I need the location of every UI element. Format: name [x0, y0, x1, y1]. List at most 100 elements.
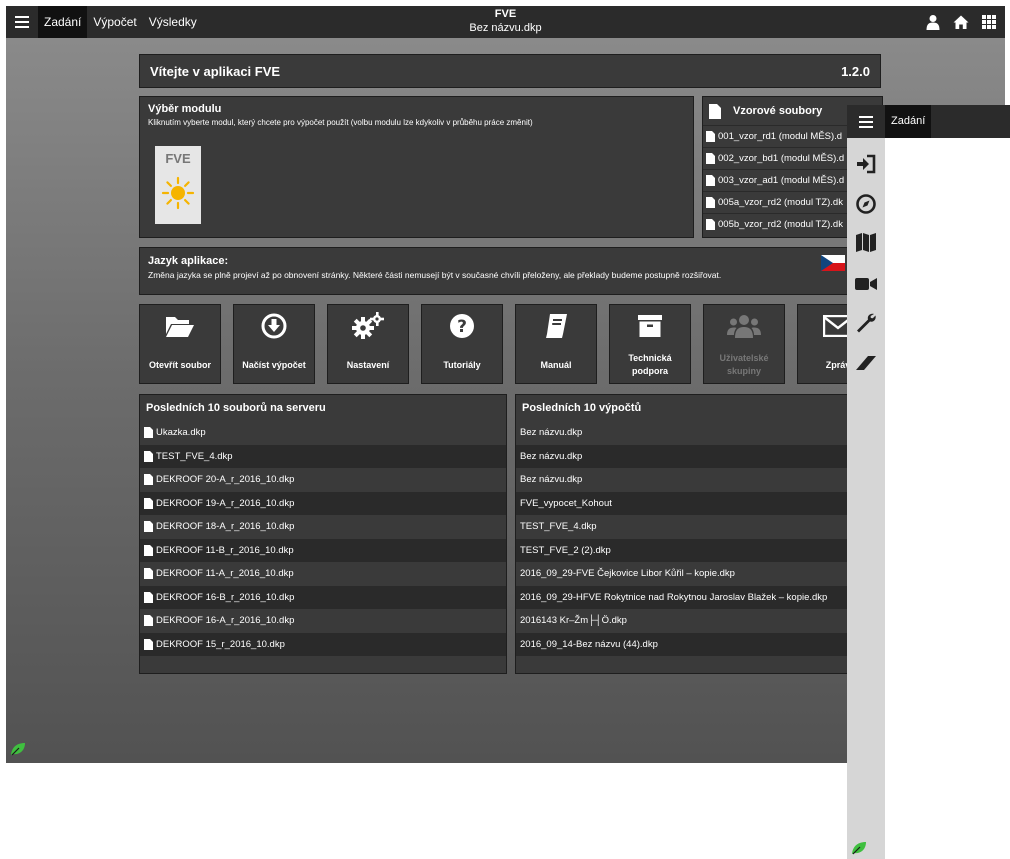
recent-calcs-list: Bez názvu.dkp Bez názvu.dkp Bez názvu.dkp F… — [516, 421, 854, 656]
home-icon[interactable] — [953, 14, 969, 30]
recent-calc-item-label: TEST_FVE_2 (2).dkp — [520, 544, 611, 556]
module-card-fve[interactable]: FVE — [155, 146, 201, 224]
sample-file-item-label: 003_vzor_ad1 (modul MĚS).d — [718, 175, 845, 186]
recent-file-item-label: DEKROOF 19-A_r_2016_10.dkp — [156, 497, 295, 509]
sign-in-icon[interactable] — [854, 152, 878, 176]
top-icons — [925, 6, 997, 38]
sample-file-item-label: 001_vzor_rd1 (modul MĚS).d — [718, 131, 843, 142]
recent-calc-item[interactable]: Bez názvu.dkp — [516, 468, 854, 492]
tab-vysledky[interactable]: Výsledky — [143, 6, 203, 38]
svg-text:?: ? — [457, 317, 467, 337]
grid-icon[interactable] — [981, 14, 997, 30]
top-bar: Zadání Výpočet Výsledky FVE Bez názvu.dk… — [6, 6, 1005, 38]
file-icon — [706, 153, 715, 164]
recent-calc-item-label: Bez názvu.dkp — [520, 450, 583, 462]
action-label: Načíst výpočet — [242, 359, 306, 370]
recent-calc-item-label: Bez názvu.dkp — [520, 427, 583, 439]
recent-file-item-label: DEKROOF 15_r_2016_10.dkp — [156, 638, 285, 650]
recent-calc-item[interactable]: 2016_09_29-FVE Čejkovice Libor Kůřil – k… — [516, 562, 854, 586]
action-folder-open-button[interactable]: Otevřít soubor — [139, 304, 221, 384]
action-book-button[interactable]: Manuál — [515, 304, 597, 384]
leaf-icon — [11, 743, 25, 756]
file-icon — [144, 450, 153, 462]
recent-file-item[interactable]: DEKROOF 16-B_r_2016_10.dkp — [140, 585, 506, 609]
recent-file-item-label: TEST_FVE_4.dkp — [156, 450, 233, 462]
recent-file-item-label: DEKROOF 20-A_r_2016_10.dkp — [156, 474, 295, 486]
sample-file-item-label: 005b_vzor_rd2 (modul TZ).dk — [718, 219, 843, 230]
map-icon[interactable] — [854, 230, 878, 254]
video-icon[interactable] — [854, 272, 878, 296]
recent-file-item[interactable]: DEKROOF 15_r_2016_10.dkp — [140, 632, 506, 656]
module-select-subtitle: Kliknutím vyberte modul, který chcete pr… — [148, 118, 533, 127]
gears-icon — [328, 305, 408, 347]
recent-file-item[interactable]: DEKROOF 19-A_r_2016_10.dkp — [140, 491, 506, 515]
recent-calcs-heading: Posledních 10 výpočtů — [522, 402, 642, 414]
action-question-circle-button[interactable]: ? Tutoriály — [421, 304, 503, 384]
recent-calcs-panel: Posledních 10 výpočtů Bez názvu.dkp Bez n… — [515, 394, 855, 674]
file-icon — [706, 219, 715, 230]
recent-calc-item[interactable]: Bez názvu.dkp — [516, 421, 854, 445]
language-heading: Jazyk aplikace: — [148, 255, 229, 267]
welcome-bar: Vítejte v aplikaci FVE 1.2.0 — [139, 54, 881, 88]
file-icon — [144, 568, 153, 580]
recent-file-item-label: DEKROOF 16-A_r_2016_10.dkp — [156, 615, 295, 627]
eraser-icon[interactable] — [854, 350, 878, 374]
book-icon — [516, 305, 596, 347]
recent-file-item-label: Ukazka.dkp — [156, 427, 206, 439]
recent-calc-item-label: Bez názvu.dkp — [520, 474, 583, 486]
tab-vypocet[interactable]: Výpočet — [87, 6, 142, 38]
recent-file-item-label: DEKROOF 18-A_r_2016_10.dkp — [156, 521, 295, 533]
menu-icon[interactable] — [6, 6, 38, 38]
action-gears-button[interactable]: Nastavení — [327, 304, 409, 384]
wrench-icon[interactable] — [854, 311, 878, 335]
tab-zadani[interactable]: Zadání — [38, 6, 88, 38]
action-label: Technická podpora — [628, 353, 672, 376]
action-download-circle-button[interactable]: Načíst výpočet — [233, 304, 315, 384]
recent-calc-item[interactable]: 2016_09_29-HFVE Rokytnice nad Rokytnou J… — [516, 585, 854, 609]
sidebar-header: Zadání — [847, 105, 1010, 138]
czech-flag-icon[interactable] — [821, 255, 845, 271]
sidebar-overlay: Zadání — [847, 105, 1010, 859]
recent-file-item-label: DEKROOF 11-B_r_2016_10.dkp — [156, 544, 294, 556]
recent-calc-item-label: 2016143 Kr–Žm├┤Ö.dkp — [520, 615, 627, 627]
language-panel: Jazyk aplikace: Změna jazyka se plně pro… — [139, 247, 883, 295]
recent-calc-item[interactable]: FVE_vypocet_Kohout — [516, 491, 854, 515]
recent-file-item[interactable]: TEST_FVE_4.dkp — [140, 444, 506, 468]
sample-file-item-label: 005a_vzor_rd2 (modul TZ).dk — [718, 197, 843, 208]
compass-icon[interactable] — [854, 192, 878, 216]
recent-calc-item-label: FVE_vypocet_Kohout — [520, 497, 612, 509]
sample-files-heading: Vzorové soubory — [733, 105, 823, 117]
recent-file-item-label: DEKROOF 16-B_r_2016_10.dkp — [156, 591, 295, 603]
version-label: 1.2.0 — [841, 63, 870, 79]
file-icon — [709, 103, 721, 119]
recent-calc-item[interactable]: 2016_09_14-Bez názvu (44).dkp — [516, 632, 854, 656]
recent-file-item[interactable]: DEKROOF 20-A_r_2016_10.dkp — [140, 468, 506, 492]
sidebar-menu-icon[interactable] — [847, 105, 885, 138]
file-icon — [706, 131, 715, 142]
recent-file-item[interactable]: DEKROOF 18-A_r_2016_10.dkp — [140, 515, 506, 539]
recent-file-item[interactable]: DEKROOF 16-A_r_2016_10.dkp — [140, 609, 506, 633]
file-icon — [144, 497, 153, 509]
recent-files-list: Ukazka.dkp TEST_FVE_4.dkp DEKROOF 20-A_r_2… — [140, 421, 506, 656]
module-select-heading: Výběr modulu — [148, 103, 222, 115]
sun-icon — [161, 176, 195, 210]
action-label: Otevřít soubor — [148, 359, 211, 370]
action-users-button[interactable]: Uživatelské skupiny — [703, 304, 785, 384]
file-icon — [144, 427, 153, 439]
module-card-label: FVE — [165, 151, 191, 166]
sample-file-item-label: 002_vzor_bd1 (modul MĚS).d — [718, 153, 845, 164]
recent-calc-item-label: 2016_09_29-HFVE Rokytnice nad Rokytnou J… — [520, 591, 828, 603]
recent-file-item[interactable]: DEKROOF 11-A_r_2016_10.dkp — [140, 562, 506, 586]
sidebar-tab-zadani[interactable]: Zadání — [885, 105, 932, 138]
recent-calc-item[interactable]: Bez názvu.dkp — [516, 444, 854, 468]
recent-calc-item[interactable]: TEST_FVE_4.dkp — [516, 515, 854, 539]
welcome-title: Vítejte v aplikaci FVE — [150, 63, 281, 79]
recent-calc-item[interactable]: TEST_FVE_2 (2).dkp — [516, 538, 854, 562]
file-icon — [144, 638, 153, 650]
user-icon[interactable] — [925, 14, 941, 30]
recent-calc-item-label: 2016_09_29-FVE Čejkovice Libor Kůřil – k… — [520, 568, 735, 580]
recent-file-item[interactable]: DEKROOF 11-B_r_2016_10.dkp — [140, 538, 506, 562]
recent-calc-item[interactable]: 2016143 Kr–Žm├┤Ö.dkp — [516, 609, 854, 633]
recent-file-item[interactable]: Ukazka.dkp — [140, 421, 506, 445]
action-archive-button[interactable]: Technická podpora — [609, 304, 691, 384]
